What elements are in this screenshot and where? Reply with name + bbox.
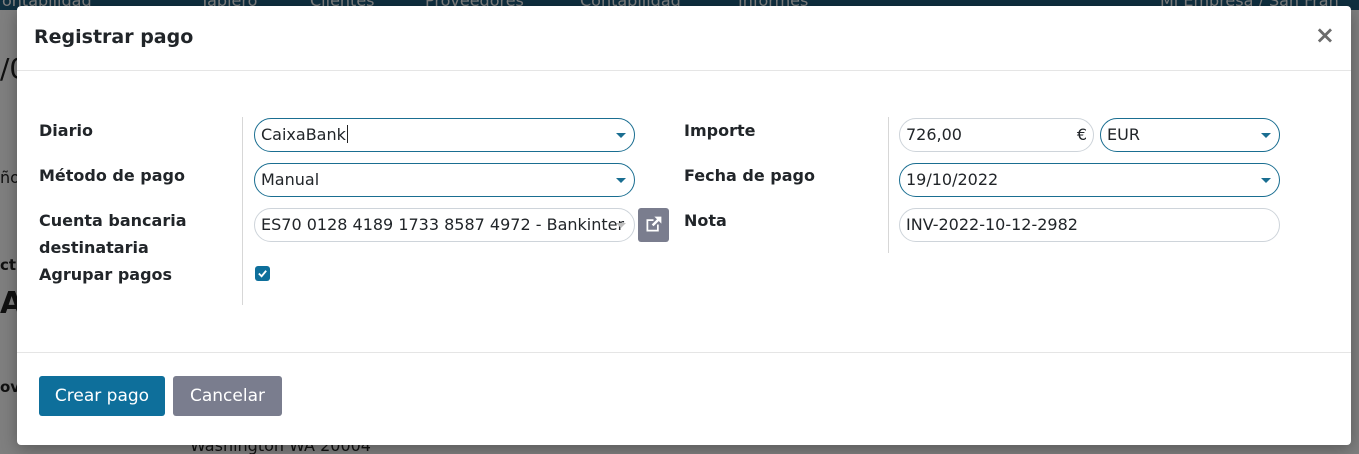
recipient-bank-select[interactable]: ES70 0128 4189 1733 8587 4972 - Bankinte… bbox=[254, 208, 635, 242]
chevron-down-icon bbox=[1261, 133, 1271, 138]
checkmark-icon bbox=[258, 270, 267, 278]
journal-value: CaixaBank bbox=[261, 125, 346, 144]
recipient-bank-value: ES70 0128 4189 1733 8587 4972 - Bankinte… bbox=[261, 215, 625, 234]
chevron-down-icon bbox=[616, 223, 626, 228]
modal-title: Registrar pago bbox=[34, 26, 194, 48]
text-cursor bbox=[346, 125, 348, 143]
modal-header: Registrar pago × bbox=[17, 6, 1351, 71]
amount-value: 726,00 bbox=[906, 125, 962, 144]
payment-method-value: Manual bbox=[261, 170, 320, 189]
currency-select[interactable]: EUR bbox=[1100, 118, 1280, 152]
amount-label: Importe bbox=[684, 121, 756, 140]
memo-value: INV-2022-10-12-2982 bbox=[906, 215, 1078, 234]
payment-method-select[interactable]: Manual bbox=[254, 163, 635, 197]
currency-symbol: € bbox=[1076, 125, 1087, 144]
memo-label: Nota bbox=[684, 211, 727, 230]
payment-method-label: Método de pago bbox=[39, 166, 185, 185]
payment-date-label: Fecha de pago bbox=[684, 166, 815, 185]
cancel-button[interactable]: Cancelar bbox=[173, 376, 282, 416]
close-icon[interactable]: × bbox=[1315, 23, 1335, 47]
recipient-bank-label: Cuenta bancaria destinataria bbox=[39, 211, 187, 257]
chevron-down-icon bbox=[616, 178, 626, 183]
external-link-icon bbox=[646, 216, 662, 232]
currency-value: EUR bbox=[1107, 125, 1140, 144]
amount-input[interactable]: 726,00 € bbox=[899, 118, 1094, 152]
journal-label: Diario bbox=[39, 121, 93, 140]
left-column-divider bbox=[242, 117, 243, 305]
register-payment-dialog: Registrar pago × Diario Método de pago C… bbox=[17, 6, 1351, 445]
group-payments-label: Agrupar pagos bbox=[39, 265, 173, 284]
external-link-button[interactable] bbox=[638, 208, 669, 242]
group-payments-checkbox[interactable] bbox=[255, 266, 270, 281]
journal-select[interactable]: CaixaBank bbox=[254, 118, 635, 152]
chevron-down-icon bbox=[1261, 178, 1271, 183]
modal-footer: Crear pago Cancelar bbox=[17, 352, 1351, 445]
memo-input[interactable]: INV-2022-10-12-2982 bbox=[899, 208, 1280, 242]
create-payment-button[interactable]: Crear pago bbox=[39, 376, 165, 416]
payment-date-input[interactable]: 19/10/2022 bbox=[899, 163, 1280, 197]
payment-date-value: 19/10/2022 bbox=[906, 170, 999, 189]
chevron-down-icon bbox=[616, 133, 626, 138]
right-column-divider bbox=[888, 117, 889, 253]
